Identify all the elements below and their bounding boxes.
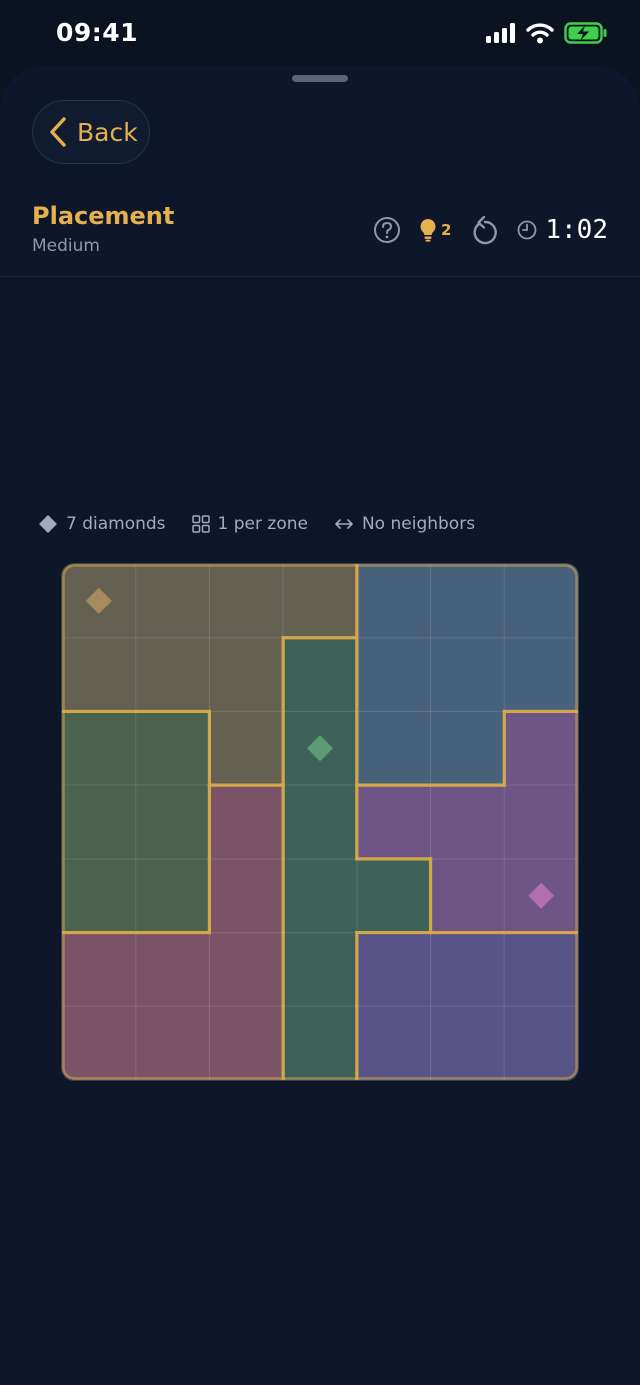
board-cell[interactable] bbox=[504, 711, 578, 786]
board-cell[interactable] bbox=[62, 1006, 136, 1080]
wifi-icon bbox=[526, 23, 554, 44]
question-icon bbox=[373, 217, 400, 243]
arrows-horizontal-icon bbox=[335, 519, 353, 529]
game-sheet: Back Placement Medium 2 1:02 7 diamonds … bbox=[0, 66, 640, 1385]
board-cell[interactable] bbox=[356, 564, 431, 638]
board-cell[interactable] bbox=[504, 1006, 578, 1080]
undo-button[interactable] bbox=[471, 215, 499, 245]
hint-count: 2 bbox=[440, 221, 452, 239]
board-cell[interactable] bbox=[209, 932, 284, 1007]
board-cell[interactable] bbox=[504, 932, 578, 1007]
chevron-left-icon bbox=[50, 117, 66, 147]
board-cell[interactable] bbox=[62, 785, 136, 859]
board-cell[interactable] bbox=[209, 1006, 284, 1080]
board-cell[interactable] bbox=[356, 1006, 431, 1080]
board-cell[interactable] bbox=[135, 711, 210, 786]
board-cell[interactable] bbox=[62, 711, 136, 786]
grid-icon bbox=[191, 515, 210, 533]
board-cell[interactable] bbox=[430, 932, 505, 1007]
diamond-icon bbox=[39, 515, 57, 533]
board-cell[interactable] bbox=[283, 858, 357, 933]
board-cell[interactable] bbox=[209, 858, 284, 933]
board-cell[interactable] bbox=[283, 637, 357, 712]
sheet-grabber[interactable] bbox=[292, 75, 348, 82]
board-cell[interactable] bbox=[135, 858, 210, 933]
board-cell[interactable] bbox=[283, 785, 357, 859]
lightbulb-icon bbox=[420, 219, 436, 242]
board-cell[interactable] bbox=[209, 564, 284, 638]
board-cell[interactable] bbox=[135, 564, 210, 638]
board-cell[interactable] bbox=[504, 785, 578, 859]
board-cell[interactable] bbox=[283, 564, 357, 638]
puzzle-difficulty: Medium bbox=[32, 236, 100, 256]
board-cell[interactable] bbox=[430, 637, 505, 712]
board-cell[interactable] bbox=[62, 858, 136, 933]
board-cell[interactable] bbox=[135, 1006, 210, 1080]
rules-bar: 7 diamonds 1 per zone No neighbors bbox=[38, 514, 501, 534]
board-cell[interactable] bbox=[135, 637, 210, 712]
rule-per-zone: 1 per zone bbox=[191, 514, 308, 534]
status-time: 09:41 bbox=[56, 18, 139, 47]
board-cell[interactable] bbox=[135, 785, 210, 859]
clock-icon bbox=[517, 220, 537, 240]
puzzle-board bbox=[62, 564, 578, 1080]
board-cell[interactable] bbox=[283, 932, 357, 1007]
undo-icon bbox=[473, 215, 498, 245]
board-cell[interactable] bbox=[283, 1006, 357, 1080]
title-row: Placement Medium 2 1:02 bbox=[0, 200, 640, 277]
rule-diamond-count-label: 7 diamonds bbox=[66, 514, 166, 534]
screen: 09:41 Back Placement Medium 2 1:02 7 dia… bbox=[0, 0, 640, 1385]
rule-no-neighbors: No neighbors bbox=[334, 514, 475, 534]
board-cell[interactable] bbox=[504, 637, 578, 712]
board-cell[interactable] bbox=[209, 637, 284, 712]
board-cell[interactable] bbox=[430, 564, 505, 638]
board-cell[interactable] bbox=[356, 637, 431, 712]
board-cell[interactable] bbox=[356, 785, 431, 859]
timer: 1:02 bbox=[517, 215, 608, 245]
signal-icon bbox=[486, 23, 515, 43]
board-cell[interactable] bbox=[135, 932, 210, 1007]
board-cell[interactable] bbox=[504, 564, 578, 638]
board-cell[interactable] bbox=[356, 858, 431, 933]
rule-per-zone-label: 1 per zone bbox=[217, 514, 308, 534]
timer-value: 1:02 bbox=[545, 215, 608, 245]
rule-no-neighbors-label: No neighbors bbox=[361, 514, 476, 534]
back-button[interactable]: Back bbox=[32, 100, 150, 164]
board-cell[interactable] bbox=[356, 711, 431, 786]
board-cell[interactable] bbox=[430, 1006, 505, 1080]
puzzle-title: Placement bbox=[32, 202, 175, 230]
board-cell[interactable] bbox=[209, 785, 284, 859]
board-cell[interactable] bbox=[62, 932, 136, 1007]
rule-diamond-count: 7 diamonds bbox=[38, 514, 166, 534]
status-bar: 09:41 bbox=[0, 0, 640, 68]
help-button[interactable] bbox=[373, 216, 401, 244]
board-cell[interactable] bbox=[430, 711, 505, 786]
board-cell[interactable] bbox=[430, 858, 505, 933]
status-icons bbox=[486, 22, 608, 44]
board-cell[interactable] bbox=[209, 711, 284, 786]
battery-charging-icon bbox=[564, 22, 607, 44]
board-grid bbox=[62, 564, 578, 1080]
back-label: Back bbox=[77, 117, 138, 147]
toolbar: 2 1:02 bbox=[373, 214, 608, 246]
board-cell[interactable] bbox=[356, 932, 431, 1007]
board-cell[interactable] bbox=[62, 637, 136, 712]
board-cell[interactable] bbox=[430, 785, 505, 859]
hint-button[interactable]: 2 bbox=[419, 218, 451, 242]
